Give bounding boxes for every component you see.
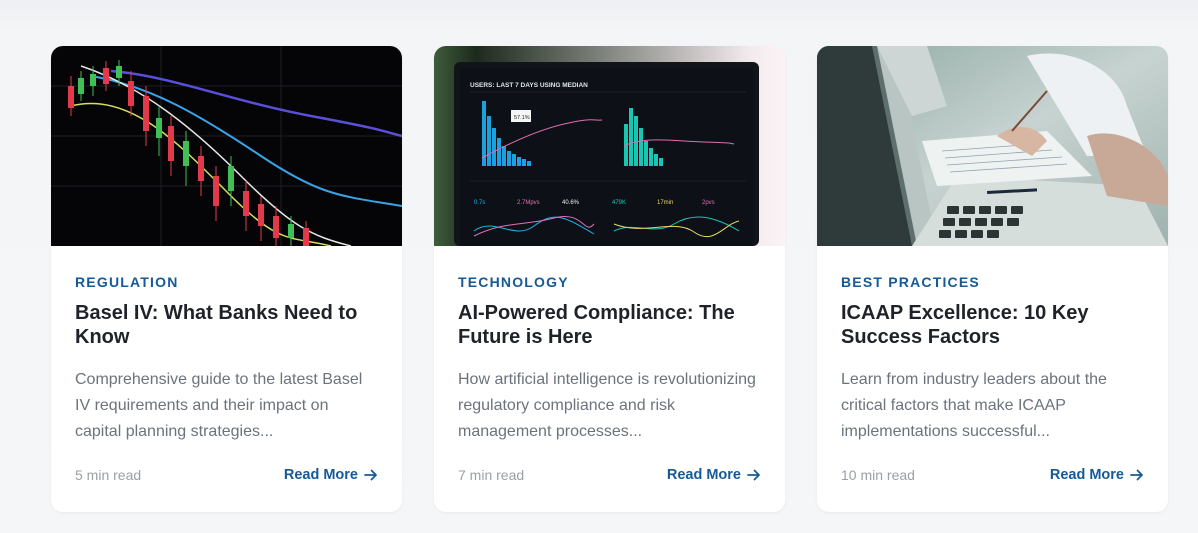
article-category: BEST PRACTICES (841, 274, 980, 290)
article-excerpt: How artificial intelligence is revolutio… (458, 371, 756, 440)
arrow-right-icon (747, 469, 760, 481)
read-more-link[interactable]: Read More (284, 467, 378, 483)
article-card[interactable]: BEST PRACTICES ICAAP Excellence: 10 Key … (817, 46, 1168, 512)
article-title[interactable]: Basel IV: What Banks Need to Know (75, 301, 378, 349)
metric-session-length: 17min (657, 200, 673, 206)
read-time: 5 min read (75, 467, 142, 483)
metric-sessions: 479K (612, 200, 626, 206)
read-more-label: Read More (1049, 467, 1124, 483)
dashboard-header: USERS: LAST 7 DAYS USING MEDIAN (470, 82, 588, 89)
article-card[interactable]: REGULATION Basel IV: What Banks Need to … (51, 46, 402, 512)
article-title[interactable]: AI-Powered Compliance: The Future is Her… (458, 301, 761, 349)
metric-bounce-rate: 40.6% (562, 200, 580, 206)
dashboard-laptop-photo: USERS: LAST 7 DAYS USING MEDIAN 57.1% 0.… (434, 46, 785, 246)
read-more-label: Read More (283, 467, 358, 483)
arrow-right-icon (1130, 469, 1143, 481)
article-excerpt: Learn from industry leaders about the cr… (841, 371, 1107, 440)
metric-pages-per-session: 2pvs (702, 200, 715, 206)
article-cards: REGULATION Basel IV: What Banks Need to … (51, 46, 1168, 512)
laptop-paperwork-photo (817, 46, 1168, 246)
metric-page-views: 2.7Mpvs (517, 200, 540, 206)
read-more-link[interactable]: Read More (667, 467, 761, 483)
chart-tooltip: 57.1% (514, 115, 530, 121)
article-image-laptop-paperwork[interactable] (817, 46, 1168, 246)
read-time: 7 min read (458, 467, 525, 483)
read-more-label: Read More (666, 467, 741, 483)
article-image-candlestick-chart[interactable] (51, 46, 402, 246)
read-time: 10 min read (841, 467, 915, 483)
article-image-analytics-dashboard[interactable]: USERS: LAST 7 DAYS USING MEDIAN 57.1% 0.… (434, 46, 785, 246)
read-more-link[interactable]: Read More (1050, 467, 1144, 483)
arrow-right-icon (364, 469, 377, 481)
article-card[interactable]: USERS: LAST 7 DAYS USING MEDIAN 57.1% 0.… (434, 46, 785, 512)
article-category: REGULATION (75, 274, 179, 290)
candlestick-chart-photo (51, 46, 402, 246)
metric-load-time: 0.7s (474, 200, 485, 206)
article-category: TECHNOLOGY (458, 274, 569, 290)
article-excerpt: Comprehensive guide to the latest Basel … (75, 371, 363, 440)
article-title[interactable]: ICAAP Excellence: 10 Key Success Factors (841, 301, 1144, 349)
